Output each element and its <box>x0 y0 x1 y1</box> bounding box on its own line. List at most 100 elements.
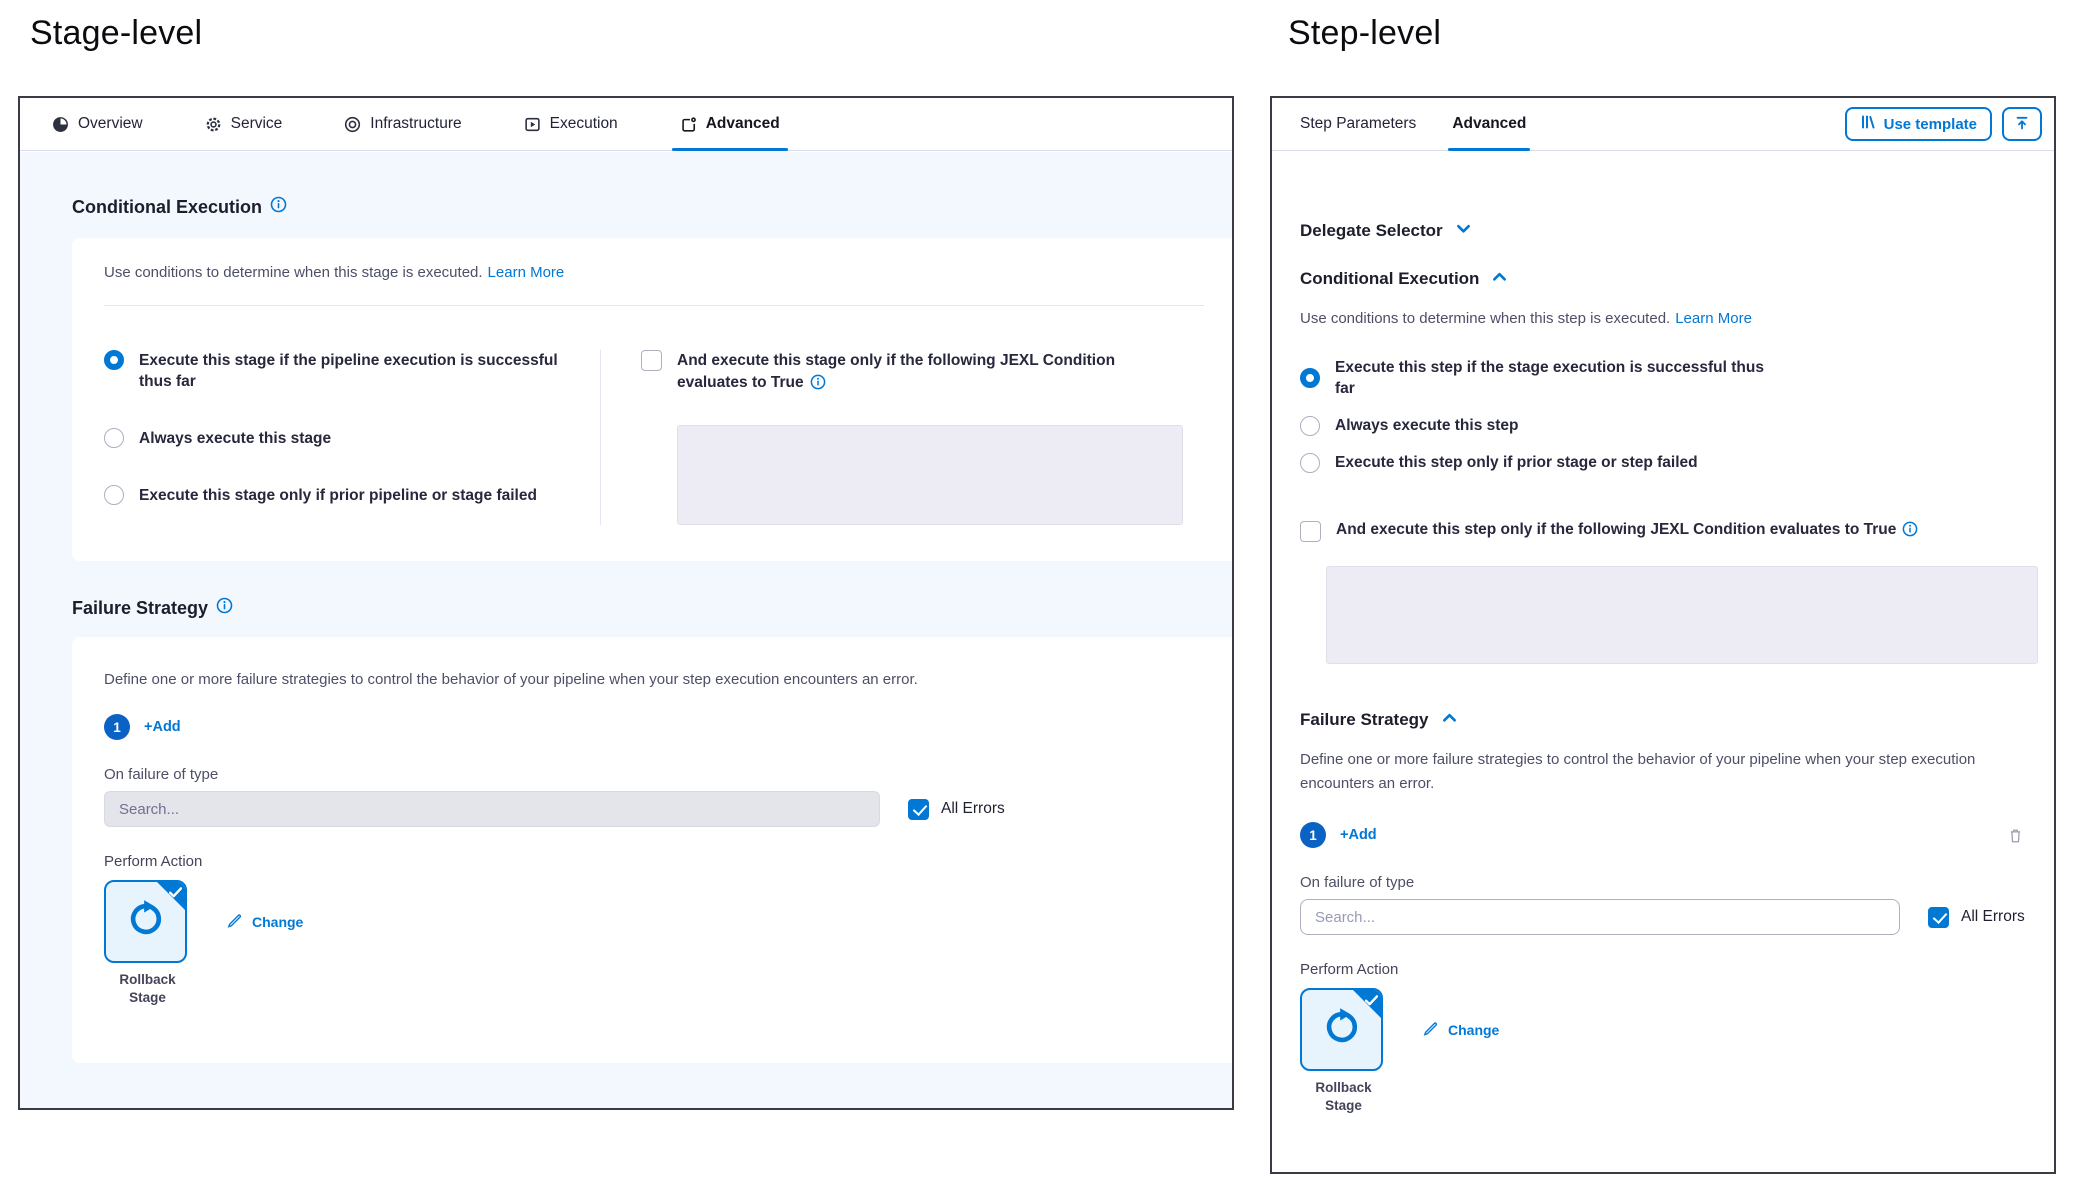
tab-overview[interactable]: Overview <box>52 98 143 150</box>
radio-label: Execute this step if the stage execution… <box>1335 357 1765 399</box>
library-icon <box>1860 114 1876 134</box>
on-failure-label: On failure of type <box>1300 874 2038 891</box>
add-strategy-button[interactable]: +Add <box>1340 827 1377 843</box>
perform-action-label: Perform Action <box>104 853 1204 870</box>
failure-type-search-input[interactable] <box>1300 899 1900 935</box>
check-icon <box>1365 993 1378 1011</box>
failure-type-row: All Errors <box>104 791 1204 827</box>
strategy-count-badge[interactable]: 1 <box>1300 822 1326 848</box>
conditional-execution-title: Conditional Execution <box>1300 269 1479 289</box>
checkbox-checked-icon <box>908 799 929 820</box>
jexl-condition-input[interactable] <box>677 425 1183 525</box>
trash-icon[interactable] <box>2007 827 2024 844</box>
check-icon <box>169 885 182 903</box>
rollback-stage-tile[interactable] <box>104 880 187 963</box>
failure-strategy-card: Define one or more failure strategies to… <box>72 637 1232 1063</box>
perform-action-row: Change <box>1300 988 2038 1071</box>
execution-icon <box>524 116 541 133</box>
strategy-list-row: 1 +Add <box>104 714 1204 740</box>
radio-option-success[interactable]: Execute this step if the stage execution… <box>1300 357 2038 399</box>
tab-label: Infrastructure <box>370 115 461 133</box>
failure-strategy-toggle[interactable]: Failure Strategy <box>1300 710 2038 730</box>
radio-label: Execute this step only if prior stage or… <box>1335 452 1698 473</box>
all-errors-checkbox-row[interactable]: All Errors <box>908 799 1005 820</box>
tab-label: Overview <box>78 115 143 133</box>
tab-execution[interactable]: Execution <box>524 98 618 150</box>
chevron-down-icon <box>1455 221 1472 241</box>
failure-strategy-heading: Failure Strategy <box>72 597 1232 619</box>
conditional-execution-card: Use conditions to determine when this st… <box>72 238 1232 561</box>
add-strategy-button[interactable]: +Add <box>144 719 181 735</box>
failure-strategy-description: Define one or more failure strategies to… <box>104 671 1204 688</box>
jexl-condition-label: And execute this step only if the follow… <box>1336 519 1918 544</box>
radio-label: Execute this stage only if prior pipelin… <box>139 485 537 506</box>
step-tabbar: Step Parameters Advanced Use template <box>1272 98 2054 151</box>
overview-icon <box>52 116 69 133</box>
all-errors-label: All Errors <box>941 800 1005 818</box>
learn-more-link[interactable]: Learn More <box>488 264 565 281</box>
conditional-execution-heading: Conditional Execution <box>72 196 1232 218</box>
description-text: Use conditions to determine when this st… <box>104 264 483 281</box>
info-icon[interactable] <box>1902 521 1918 544</box>
radio-option-failed[interactable]: Execute this stage only if prior pipelin… <box>104 485 600 506</box>
all-errors-checkbox-row[interactable]: All Errors <box>1928 907 2025 928</box>
perform-action-row: Change <box>104 880 1204 963</box>
jexl-label-text: And execute this stage only if the follo… <box>677 352 1115 391</box>
jexl-condition-checkbox-row[interactable]: And execute this stage only if the follo… <box>641 350 1204 397</box>
perform-action-label: Perform Action <box>1300 961 2038 978</box>
radio-icon <box>1300 453 1320 473</box>
checkbox-icon <box>1300 521 1321 542</box>
change-action-link[interactable]: Change <box>227 912 303 932</box>
selected-action-name: Rollback Stage <box>1300 1079 1387 1115</box>
tab-infrastructure[interactable]: Infrastructure <box>344 98 461 150</box>
gear-icon <box>205 116 222 133</box>
learn-more-link[interactable]: Learn More <box>1675 310 1752 327</box>
radio-label: Execute this stage if the pipeline execu… <box>139 350 569 392</box>
conditional-execution-description: Use conditions to determine when this st… <box>1300 307 2038 331</box>
change-action-link[interactable]: Change <box>1423 1020 1499 1040</box>
stage-tabbar: Overview Service Infrastructure Executio… <box>20 98 1232 151</box>
jexl-condition-checkbox-row[interactable]: And execute this step only if the follow… <box>1300 519 2038 544</box>
failure-strategy-title: Failure Strategy <box>72 598 208 619</box>
conditional-execution-columns: Execute this stage if the pipeline execu… <box>104 350 1204 525</box>
failure-strategy-description: Define one or more failure strategies to… <box>1300 748 2000 796</box>
stage-level-title: Stage-level <box>30 14 202 53</box>
radio-label: Always execute this stage <box>139 428 331 449</box>
conditional-execution-description: Use conditions to determine when this st… <box>104 264 1204 281</box>
radio-option-failed[interactable]: Execute this step only if prior stage or… <box>1300 452 2038 473</box>
radio-label: Always execute this step <box>1335 415 1519 436</box>
radio-selected-icon <box>1300 368 1320 388</box>
failure-type-search-input[interactable] <box>104 791 880 827</box>
radio-option-always[interactable]: Always execute this stage <box>104 428 600 449</box>
chevron-up-icon <box>1441 710 1458 730</box>
info-icon[interactable] <box>270 196 287 218</box>
all-errors-label: All Errors <box>1961 908 2025 926</box>
radio-selected-icon <box>104 350 124 370</box>
rollback-stage-tile[interactable] <box>1300 988 1383 1071</box>
arrow-up-to-bar-icon <box>2014 115 2030 134</box>
execution-condition-options: Execute this step if the stage execution… <box>1300 357 2038 473</box>
tab-advanced[interactable]: Advanced <box>1452 98 1526 150</box>
advanced-icon <box>680 116 697 133</box>
apply-template-button[interactable] <box>2002 107 2042 141</box>
info-icon[interactable] <box>216 597 233 619</box>
selected-action-name: Rollback Stage <box>104 971 191 1007</box>
jexl-condition-section: And execute this stage only if the follo… <box>601 350 1204 525</box>
delegate-selector-toggle[interactable]: Delegate Selector <box>1300 221 2038 241</box>
conditional-execution-title: Conditional Execution <box>72 197 262 218</box>
conditional-execution-toggle[interactable]: Conditional Execution <box>1300 269 2038 289</box>
failure-strategy-title: Failure Strategy <box>1300 710 1429 730</box>
tab-advanced[interactable]: Advanced <box>680 98 780 150</box>
change-label: Change <box>252 914 303 930</box>
on-failure-label: On failure of type <box>104 766 1204 783</box>
radio-option-always[interactable]: Always execute this step <box>1300 415 2038 436</box>
tab-service[interactable]: Service <box>205 98 283 150</box>
jexl-condition-input[interactable] <box>1326 566 2038 664</box>
strategy-count-badge[interactable]: 1 <box>104 714 130 740</box>
tab-step-parameters[interactable]: Step Parameters <box>1300 98 1416 150</box>
use-template-label: Use template <box>1884 116 1977 133</box>
use-template-button[interactable]: Use template <box>1845 107 1992 141</box>
info-icon[interactable] <box>810 374 826 397</box>
radio-option-success[interactable]: Execute this stage if the pipeline execu… <box>104 350 600 392</box>
stage-content: Conditional Execution Use conditions to … <box>20 152 1232 1108</box>
